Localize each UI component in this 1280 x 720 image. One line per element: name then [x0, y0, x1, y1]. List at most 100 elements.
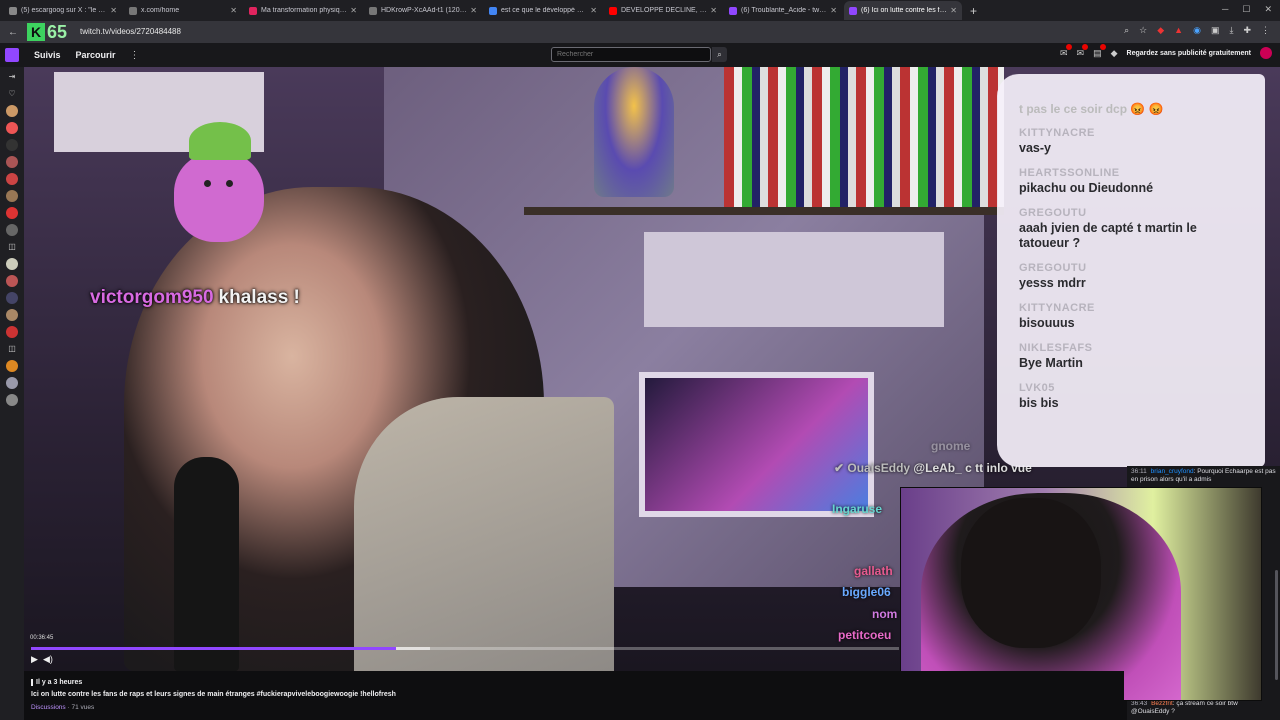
whispers-icon[interactable]: ▤ [1093, 43, 1106, 59]
channel-avatar[interactable] [6, 156, 18, 168]
stream-bookshelf [724, 67, 1004, 207]
back-arrow-icon[interactable]: ← [8, 27, 18, 38]
chat-replay-message: 36:43 Bezzfrit: ça stream ce soir btw @O… [1131, 700, 1276, 716]
user-avatar[interactable] [1260, 47, 1272, 59]
close-icon[interactable]: ✕ [950, 6, 957, 15]
chat-scrollbar[interactable] [1275, 570, 1278, 680]
chat-username: KITTYNACRE [1019, 127, 1095, 139]
browser-tab[interactable]: est ce que le développé décline✕ [484, 1, 602, 20]
browser-tab[interactable]: Ma transformation physique ap✕ [244, 1, 362, 20]
close-window-icon[interactable]: ✕ [1264, 4, 1272, 15]
channel-avatar[interactable] [6, 173, 18, 185]
channel-avatar[interactable] [6, 292, 18, 304]
chat-username[interactable]: Bezzfrit [1151, 700, 1173, 707]
following-link[interactable]: Suivis [34, 50, 61, 60]
onstream-chat-name: biggle06 [842, 585, 891, 599]
minimize-icon[interactable]: ─ [1222, 4, 1228, 15]
bits-icon[interactable]: ◆ [1111, 48, 1118, 59]
browser-tab[interactable]: HDKrowP-XcAAd-t1 (1206×17 ✕ [364, 1, 482, 20]
search-input[interactable] [551, 47, 711, 62]
more-menu-icon[interactable]: ⋮ [130, 50, 140, 61]
video-age: Il y a 3 heures [31, 679, 82, 686]
volume-icon[interactable]: ◀) [43, 654, 53, 665]
channel-avatar[interactable] [6, 207, 18, 219]
video-camera-icon: ◫ [8, 242, 16, 251]
check-badge-icon: ✔ [834, 461, 848, 475]
logo-letter: K [27, 23, 45, 41]
notifications-icon[interactable]: ✉ [1060, 43, 1072, 59]
tab-favicon-icon [729, 6, 737, 15]
seek-bar[interactable] [31, 647, 899, 650]
onstream-chat-line: gnome [931, 439, 971, 453]
close-icon[interactable]: ✕ [830, 6, 837, 15]
stream-lamp [594, 67, 674, 197]
browser-tab[interactable]: x.com/home ✕ [124, 1, 242, 20]
onstream-chat-line: Ingaruse [832, 502, 883, 516]
new-tab-button[interactable]: + [970, 4, 977, 18]
webcam-inset [900, 487, 1262, 701]
browser-tab-active[interactable]: (6) Ici on lutte contre les fans d ✕ [844, 1, 962, 20]
zoom-icon[interactable]: ⌕ [1124, 25, 1129, 36]
chat-username: LVK05 [1019, 382, 1055, 394]
close-icon[interactable]: ✕ [230, 6, 237, 15]
address-bar: ← [0, 21, 1280, 43]
downloads-icon[interactable]: ⤓ [1229, 25, 1233, 36]
close-icon[interactable]: ✕ [350, 6, 357, 15]
chat-username: GREGOUTU [1019, 207, 1087, 219]
tab-favicon-icon [489, 6, 497, 15]
tab-favicon-icon [849, 6, 857, 15]
channel-avatar[interactable] [6, 360, 18, 372]
channel-avatar[interactable] [6, 258, 18, 270]
extension-icon[interactable]: ◆ [1157, 25, 1164, 36]
extension-logo: K 65 [27, 21, 75, 43]
video-title: Ici on lutte contre les fans de raps et … [31, 691, 396, 698]
close-icon[interactable]: ✕ [470, 6, 477, 15]
onstream-chat-line: ✔ OuaisEddy @LeAb_ c tt inlo vue [834, 461, 1032, 475]
chat-text: aaah jvien de capté t martin le tatoueur… [1019, 221, 1197, 250]
inbox-icon[interactable]: ✉ [1077, 43, 1089, 59]
onstream-chat-name: gallath [854, 564, 893, 578]
category-link[interactable]: Discussions [31, 704, 66, 711]
channel-avatar[interactable] [6, 377, 18, 389]
tab-label: DÉVELOPPÉ DÉCLINÉ, Mieux q [621, 7, 707, 14]
url-field[interactable]: twitch.tv/videos/2720484488 [80, 27, 181, 36]
webcam-head [961, 498, 1101, 648]
stream-shelf [524, 207, 1004, 215]
chat-timestamp: 36:11 [1131, 468, 1147, 475]
bookmark-star-icon[interactable]: ☆ [1139, 25, 1147, 36]
browser-tab[interactable]: (5) escargoog sur X : "le suis p ✕ [4, 1, 122, 20]
browser-tab[interactable]: (6) Troublante_Acide - twitch ✕ [724, 1, 842, 20]
browser-tab[interactable]: DÉVELOPPÉ DÉCLINÉ, Mieux q✕ [604, 1, 722, 20]
channel-avatar[interactable] [6, 105, 18, 117]
extension-icon[interactable]: ◉ [1193, 25, 1201, 36]
channel-avatar[interactable] [6, 224, 18, 236]
menu-dots-icon[interactable]: ⋮ [1261, 25, 1270, 36]
collapse-sidebar-icon[interactable]: ⇥ [9, 71, 16, 83]
search-button[interactable]: ⌕ [712, 47, 727, 62]
chat-username[interactable]: brian_cruyfond [1151, 468, 1194, 475]
extensions-puzzle-icon[interactable]: ✚ [1243, 25, 1251, 36]
maximize-icon[interactable]: ☐ [1242, 4, 1250, 15]
browse-link[interactable]: Parcourir [76, 50, 116, 60]
channel-avatar[interactable] [6, 139, 18, 151]
ad-free-button[interactable]: Regardez sans publicité gratuitement [1127, 50, 1251, 57]
twitch-logo-icon[interactable] [5, 48, 19, 62]
adblock-icon[interactable]: ▲ [1174, 25, 1183, 36]
close-icon[interactable]: ✕ [590, 6, 597, 15]
close-icon[interactable]: ✕ [110, 6, 117, 15]
chat-overlay-message: NIKLESFAFS Bye Martin [1019, 342, 1243, 371]
channel-avatar[interactable] [6, 275, 18, 287]
alert-text: khalass ! [218, 287, 300, 308]
tab-favicon-icon [9, 6, 17, 15]
channel-avatar[interactable] [6, 309, 18, 321]
chat-overlay-message: HEARTSSONLINE pikachu ou Dieudonné [1019, 167, 1243, 196]
close-icon[interactable]: ✕ [710, 6, 717, 15]
channel-avatar[interactable] [6, 394, 18, 406]
extension-icon[interactable]: ▣ [1211, 25, 1220, 36]
play-icon[interactable]: ▶ [31, 654, 38, 665]
channel-avatar[interactable] [6, 326, 18, 338]
channel-avatar[interactable] [6, 122, 18, 134]
channel-avatar[interactable] [6, 190, 18, 202]
search-icon: ⌕ [717, 49, 722, 59]
chat-overlay-message: GREGOUTU aaah jvien de capté t martin le… [1019, 207, 1243, 251]
